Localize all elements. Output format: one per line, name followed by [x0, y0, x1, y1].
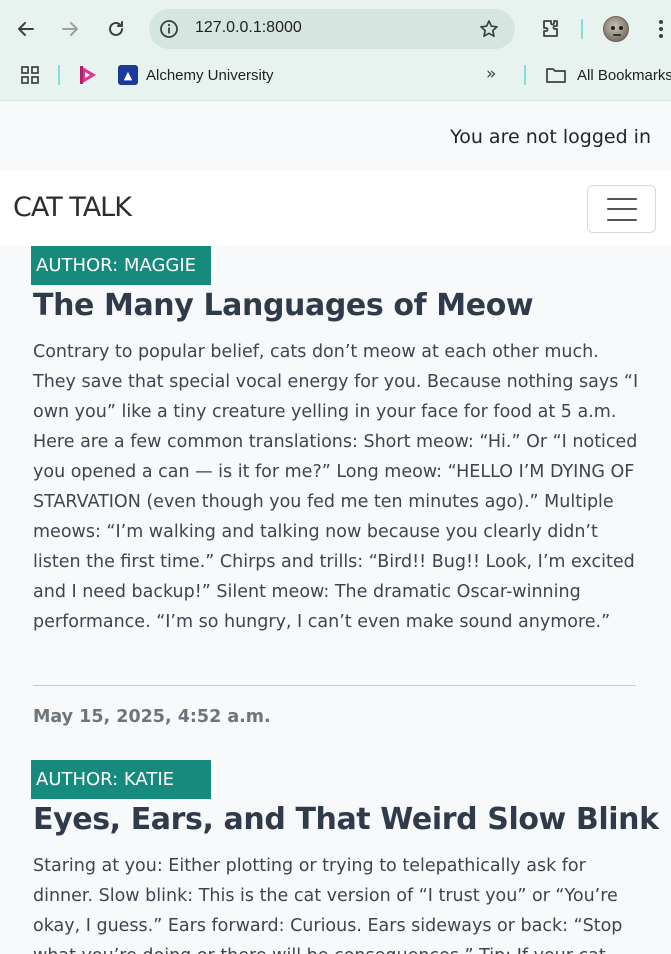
author-badge: AUTHOR: MAGGIE: [31, 246, 211, 285]
bookmark-star-icon[interactable]: [479, 19, 499, 39]
bookmarks-bar: ▲ Alchemy University » All Bookmarks: [0, 56, 671, 94]
site-info-icon[interactable]: [159, 19, 179, 39]
bookmarks-divider-2: [524, 65, 526, 85]
arrow-left-icon: [18, 22, 34, 36]
more-menu-icon[interactable]: [654, 17, 668, 41]
bookmark-label: Alchemy University: [146, 66, 274, 84]
post-title[interactable]: Eyes, Ears, and That Weird Slow Blink: [33, 802, 659, 837]
all-bookmarks-button[interactable]: All Bookmarks: [545, 64, 671, 86]
url-text[interactable]: 127.0.0.1:8000: [195, 19, 302, 37]
hamburger-icon-bar: [607, 198, 637, 200]
browser-chrome: 127.0.0.1:8000 ▲ Alchemy University » Al…: [0, 0, 671, 101]
apps-grid-icon[interactable]: [20, 65, 40, 85]
all-bookmarks-label: All Bookmarks: [577, 66, 671, 84]
folder-icon: [546, 68, 566, 83]
login-status-text: You are not logged in: [450, 126, 651, 148]
bookmarks-overflow-chevron-icon[interactable]: »: [486, 64, 497, 84]
address-bar[interactable]: 127.0.0.1:8000: [149, 9, 515, 49]
site-navbar: CAT TALK: [0, 171, 671, 246]
post-divider: [33, 685, 636, 686]
post-title[interactable]: The Many Languages of Meow: [33, 288, 534, 323]
site-brand[interactable]: CAT TALK: [13, 192, 132, 223]
alchemy-logo-icon: ▲: [118, 65, 138, 85]
post-body: Staring at you: Either plotting or tryin…: [33, 856, 623, 954]
forward-button[interactable]: [56, 12, 84, 46]
back-button[interactable]: [12, 12, 40, 46]
profile-avatar[interactable]: [603, 16, 629, 42]
post-date: May 15, 2025, 4:52 a.m.: [33, 707, 271, 727]
author-badge: AUTHOR: KATIE: [31, 760, 211, 799]
navbar-toggle-button[interactable]: [587, 185, 656, 233]
hamburger-icon-bar: [607, 208, 637, 210]
login-status-bar: You are not logged in: [0, 101, 671, 171]
reload-icon: [109, 21, 123, 36]
play-logo-icon[interactable]: [78, 64, 98, 86]
post-body: Contrary to popular belief, cats don’t m…: [33, 342, 639, 632]
bookmark-alchemy-university[interactable]: ▲ Alchemy University: [118, 64, 274, 86]
bookmarks-divider: [58, 65, 60, 85]
toolbar-divider: [581, 19, 583, 39]
reload-button[interactable]: [102, 12, 130, 46]
arrow-right-icon: [62, 22, 78, 36]
hamburger-icon-bar: [607, 219, 637, 221]
extensions-icon[interactable]: [538, 17, 562, 41]
